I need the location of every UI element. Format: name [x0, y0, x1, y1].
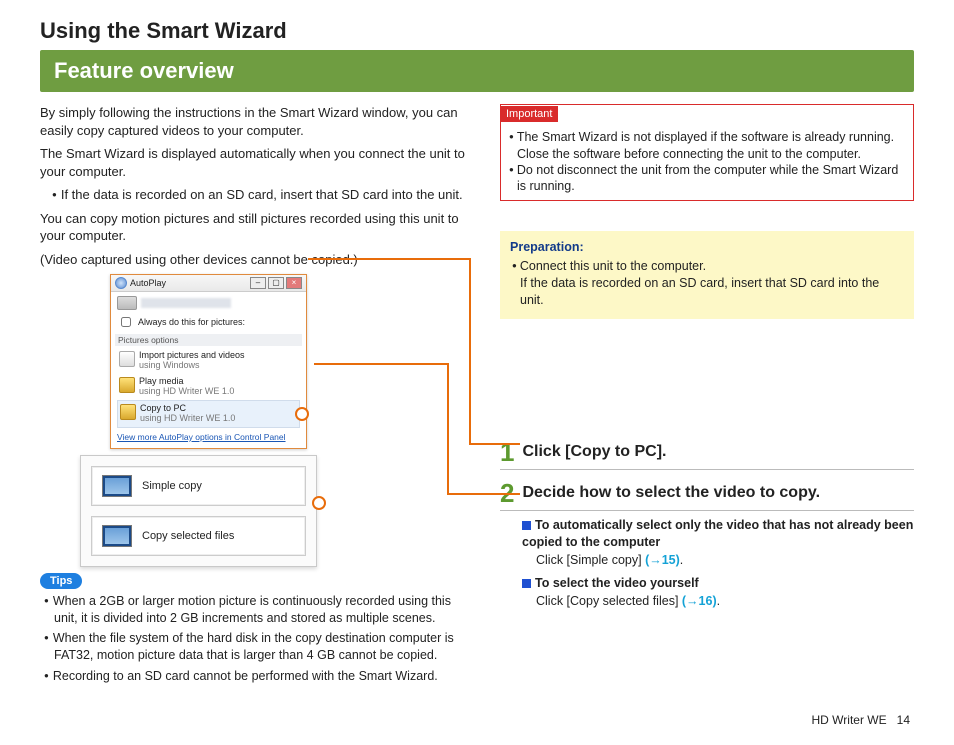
- ref-link-16[interactable]: (→16): [682, 594, 717, 608]
- autoplay-window: AutoPlay –▢× Always do this for pictures…: [110, 274, 307, 448]
- preparation-connect: Connect this unit to the computer.: [510, 258, 904, 275]
- substep-manual-body: Click [Copy selected files]: [536, 594, 682, 608]
- square-bullet-icon: [522, 521, 531, 530]
- drive-label-blur: [141, 298, 231, 308]
- important-label: Important: [500, 106, 558, 122]
- substep-manual-title: To select the video yourself: [535, 576, 699, 590]
- preparation-title: Preparation:: [510, 239, 904, 256]
- step-1-number: 1: [500, 439, 514, 465]
- footer-page-number: 14: [897, 713, 910, 727]
- minimize-icon[interactable]: –: [250, 277, 266, 289]
- substep-manual: To select the video yourself Click [Copy…: [522, 575, 914, 610]
- intro-sd-note: If the data is recorded on an SD card, i…: [40, 186, 470, 204]
- copy-pc-icon: [120, 404, 136, 420]
- footer-product: HD Writer WE: [812, 713, 887, 727]
- autoplay-copy-item[interactable]: Copy to PCusing HD Writer WE 1.0: [117, 400, 300, 428]
- autoplay-import-title: Import pictures and videos: [139, 350, 245, 360]
- substep-manual-dot: .: [717, 594, 720, 608]
- autoplay-more-options-link[interactable]: View more AutoPlay options in Control Pa…: [117, 432, 300, 442]
- important-2: Do not disconnect the unit from the comp…: [507, 162, 907, 195]
- always-do-checkbox[interactable]: [121, 317, 131, 327]
- square-bullet-icon: [522, 579, 531, 588]
- always-do-label: Always do this for pictures:: [138, 317, 245, 327]
- intro-paragraph-1: By simply following the instructions in …: [40, 104, 470, 139]
- autoplay-import-sub: using Windows: [139, 360, 200, 370]
- autoplay-play-title: Play media: [139, 376, 184, 386]
- autoplay-play-item[interactable]: Play mediausing HD Writer WE 1.0: [117, 374, 300, 400]
- tip-3: Recording to an SD card cannot be perfor…: [40, 668, 470, 685]
- callout-marker-2: [312, 496, 326, 510]
- laptop-check-icon: [102, 525, 132, 547]
- wizard-window: Simple copy Copy selected files: [80, 455, 317, 567]
- footer: HD Writer WE 14: [40, 713, 914, 727]
- tip-2: When the file system of the hard disk in…: [40, 630, 470, 664]
- autoplay-play-sub: using HD Writer WE 1.0: [139, 386, 234, 396]
- close-icon[interactable]: ×: [286, 277, 302, 289]
- intro-paragraph-2: The Smart Wizard is displayed automatica…: [40, 145, 470, 180]
- ref-link-15[interactable]: (→15): [645, 553, 680, 567]
- drive-icon: [117, 296, 137, 310]
- autoplay-icon: [115, 277, 127, 289]
- step-2-text: Decide how to select the video to copy.: [522, 480, 820, 502]
- autoplay-copy-title: Copy to PC: [140, 403, 186, 413]
- important-box: Important The Smart Wizard is not displa…: [500, 104, 914, 201]
- substep-auto-body: Click [Simple copy]: [536, 553, 645, 567]
- laptop-icon: [102, 475, 132, 497]
- play-icon: [119, 377, 135, 393]
- autoplay-import-item[interactable]: Import pictures and videosusing Windows: [117, 348, 300, 374]
- autoplay-section-label: Pictures options: [115, 334, 302, 346]
- maximize-icon[interactable]: ▢: [268, 277, 284, 289]
- import-icon: [119, 351, 135, 367]
- important-1: The Smart Wizard is not displayed if the…: [507, 129, 907, 162]
- autoplay-copy-sub: using HD Writer WE 1.0: [140, 413, 235, 423]
- simple-copy-label: Simple copy: [142, 480, 202, 492]
- copy-selected-button[interactable]: Copy selected files: [91, 516, 306, 556]
- copy-selected-label: Copy selected files: [142, 530, 234, 542]
- simple-copy-button[interactable]: Simple copy: [91, 466, 306, 506]
- step-1: 1 Click [Copy to PC].: [500, 439, 914, 470]
- step-2: 2 Decide how to select the video to copy…: [500, 480, 914, 511]
- page-title: Using the Smart Wizard: [40, 18, 914, 44]
- step-1-text: Click [Copy to PC].: [522, 439, 666, 461]
- preparation-box: Preparation: Connect this unit to the co…: [500, 231, 914, 319]
- substep-auto-title: To automatically select only the video t…: [522, 518, 913, 550]
- callout-marker-1: [295, 407, 309, 421]
- step-2-number: 2: [500, 480, 514, 506]
- substep-auto-dot: .: [680, 553, 683, 567]
- preparation-sd: If the data is recorded on an SD card, i…: [510, 275, 904, 309]
- autoplay-title: AutoPlay: [130, 278, 166, 288]
- substep-auto: To automatically select only the video t…: [522, 517, 914, 570]
- intro-paragraph-3: You can copy motion pictures and still p…: [40, 210, 470, 245]
- tip-1: When a 2GB or larger motion picture is c…: [40, 593, 470, 627]
- tips-badge: Tips: [40, 573, 82, 589]
- window-controls[interactable]: –▢×: [248, 277, 302, 289]
- intro-paragraph-4: (Video captured using other devices cann…: [40, 251, 470, 269]
- banner-title: Feature overview: [40, 50, 914, 92]
